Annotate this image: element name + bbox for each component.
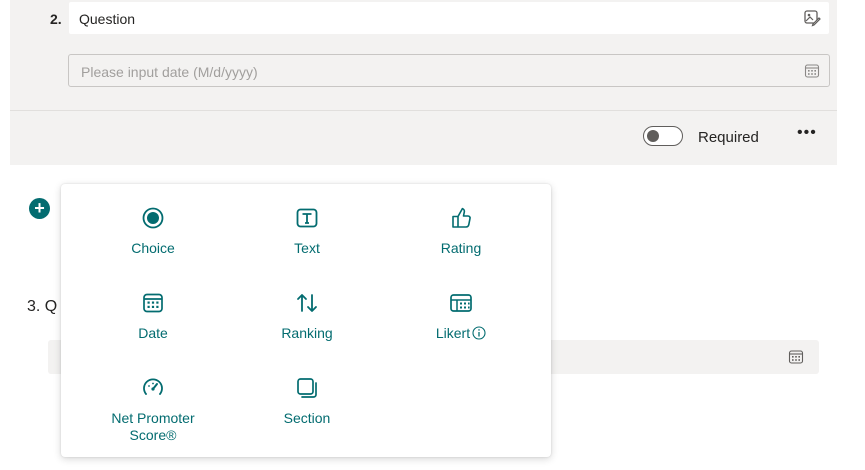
menu-item-choice[interactable]: Choice bbox=[83, 184, 223, 264]
menu-item-label: Rating bbox=[440, 240, 482, 256]
calendar-icon[interactable] bbox=[788, 349, 804, 365]
menu-item-net-promoter-score[interactable]: Net Promoter Score® bbox=[83, 354, 223, 443]
menu-item-likert[interactable]: Likert bbox=[391, 269, 531, 349]
menu-item-label: Text bbox=[294, 240, 320, 256]
menu-item-label: Likert bbox=[391, 325, 531, 342]
question-title-field[interactable]: Question bbox=[69, 2, 829, 34]
menu-item-label: Ranking bbox=[281, 325, 333, 341]
menu-item-text[interactable]: Text bbox=[237, 184, 377, 264]
menu-item-rating[interactable]: Rating bbox=[391, 184, 531, 264]
menu-item-date[interactable]: Date bbox=[83, 269, 223, 349]
menu-item-label: Date bbox=[138, 325, 168, 341]
likert-icon bbox=[450, 294, 472, 312]
more-options-button[interactable]: ••• bbox=[797, 125, 817, 141]
menu-item-section[interactable]: Section bbox=[237, 354, 377, 434]
calendar-icon[interactable] bbox=[804, 63, 820, 79]
thumbs-up-icon bbox=[452, 207, 471, 228]
required-label: Required bbox=[698, 129, 759, 146]
question-3-label: 3. Q bbox=[27, 298, 58, 315]
image-edit-icon[interactable] bbox=[803, 9, 821, 27]
card-divider bbox=[10, 110, 837, 111]
menu-item-label: Choice bbox=[131, 240, 175, 256]
menu-item-ranking[interactable]: Ranking bbox=[237, 269, 377, 349]
text-icon bbox=[296, 208, 318, 228]
date-answer-input[interactable]: Please input date (M/d/yyyy) bbox=[68, 54, 830, 87]
question-title-text: Question bbox=[79, 11, 136, 27]
info-icon[interactable] bbox=[472, 326, 486, 340]
add-new-question-button[interactable]: + bbox=[29, 198, 50, 219]
menu-item-label: Net Promoter Score® bbox=[111, 410, 195, 443]
gauge-icon bbox=[143, 378, 163, 395]
radio-icon bbox=[142, 207, 164, 229]
toggle-knob bbox=[647, 130, 659, 142]
question-type-menu: Choice Text Rating Date Ranking Likert N… bbox=[61, 184, 551, 457]
calendar-icon bbox=[143, 293, 163, 313]
question-number: 2. bbox=[50, 11, 62, 27]
section-icon bbox=[297, 378, 317, 398]
menu-item-label: Section bbox=[283, 410, 331, 426]
ranking-icon bbox=[297, 294, 317, 312]
date-placeholder: Please input date (M/d/yyyy) bbox=[81, 64, 258, 80]
required-toggle[interactable] bbox=[643, 126, 683, 146]
